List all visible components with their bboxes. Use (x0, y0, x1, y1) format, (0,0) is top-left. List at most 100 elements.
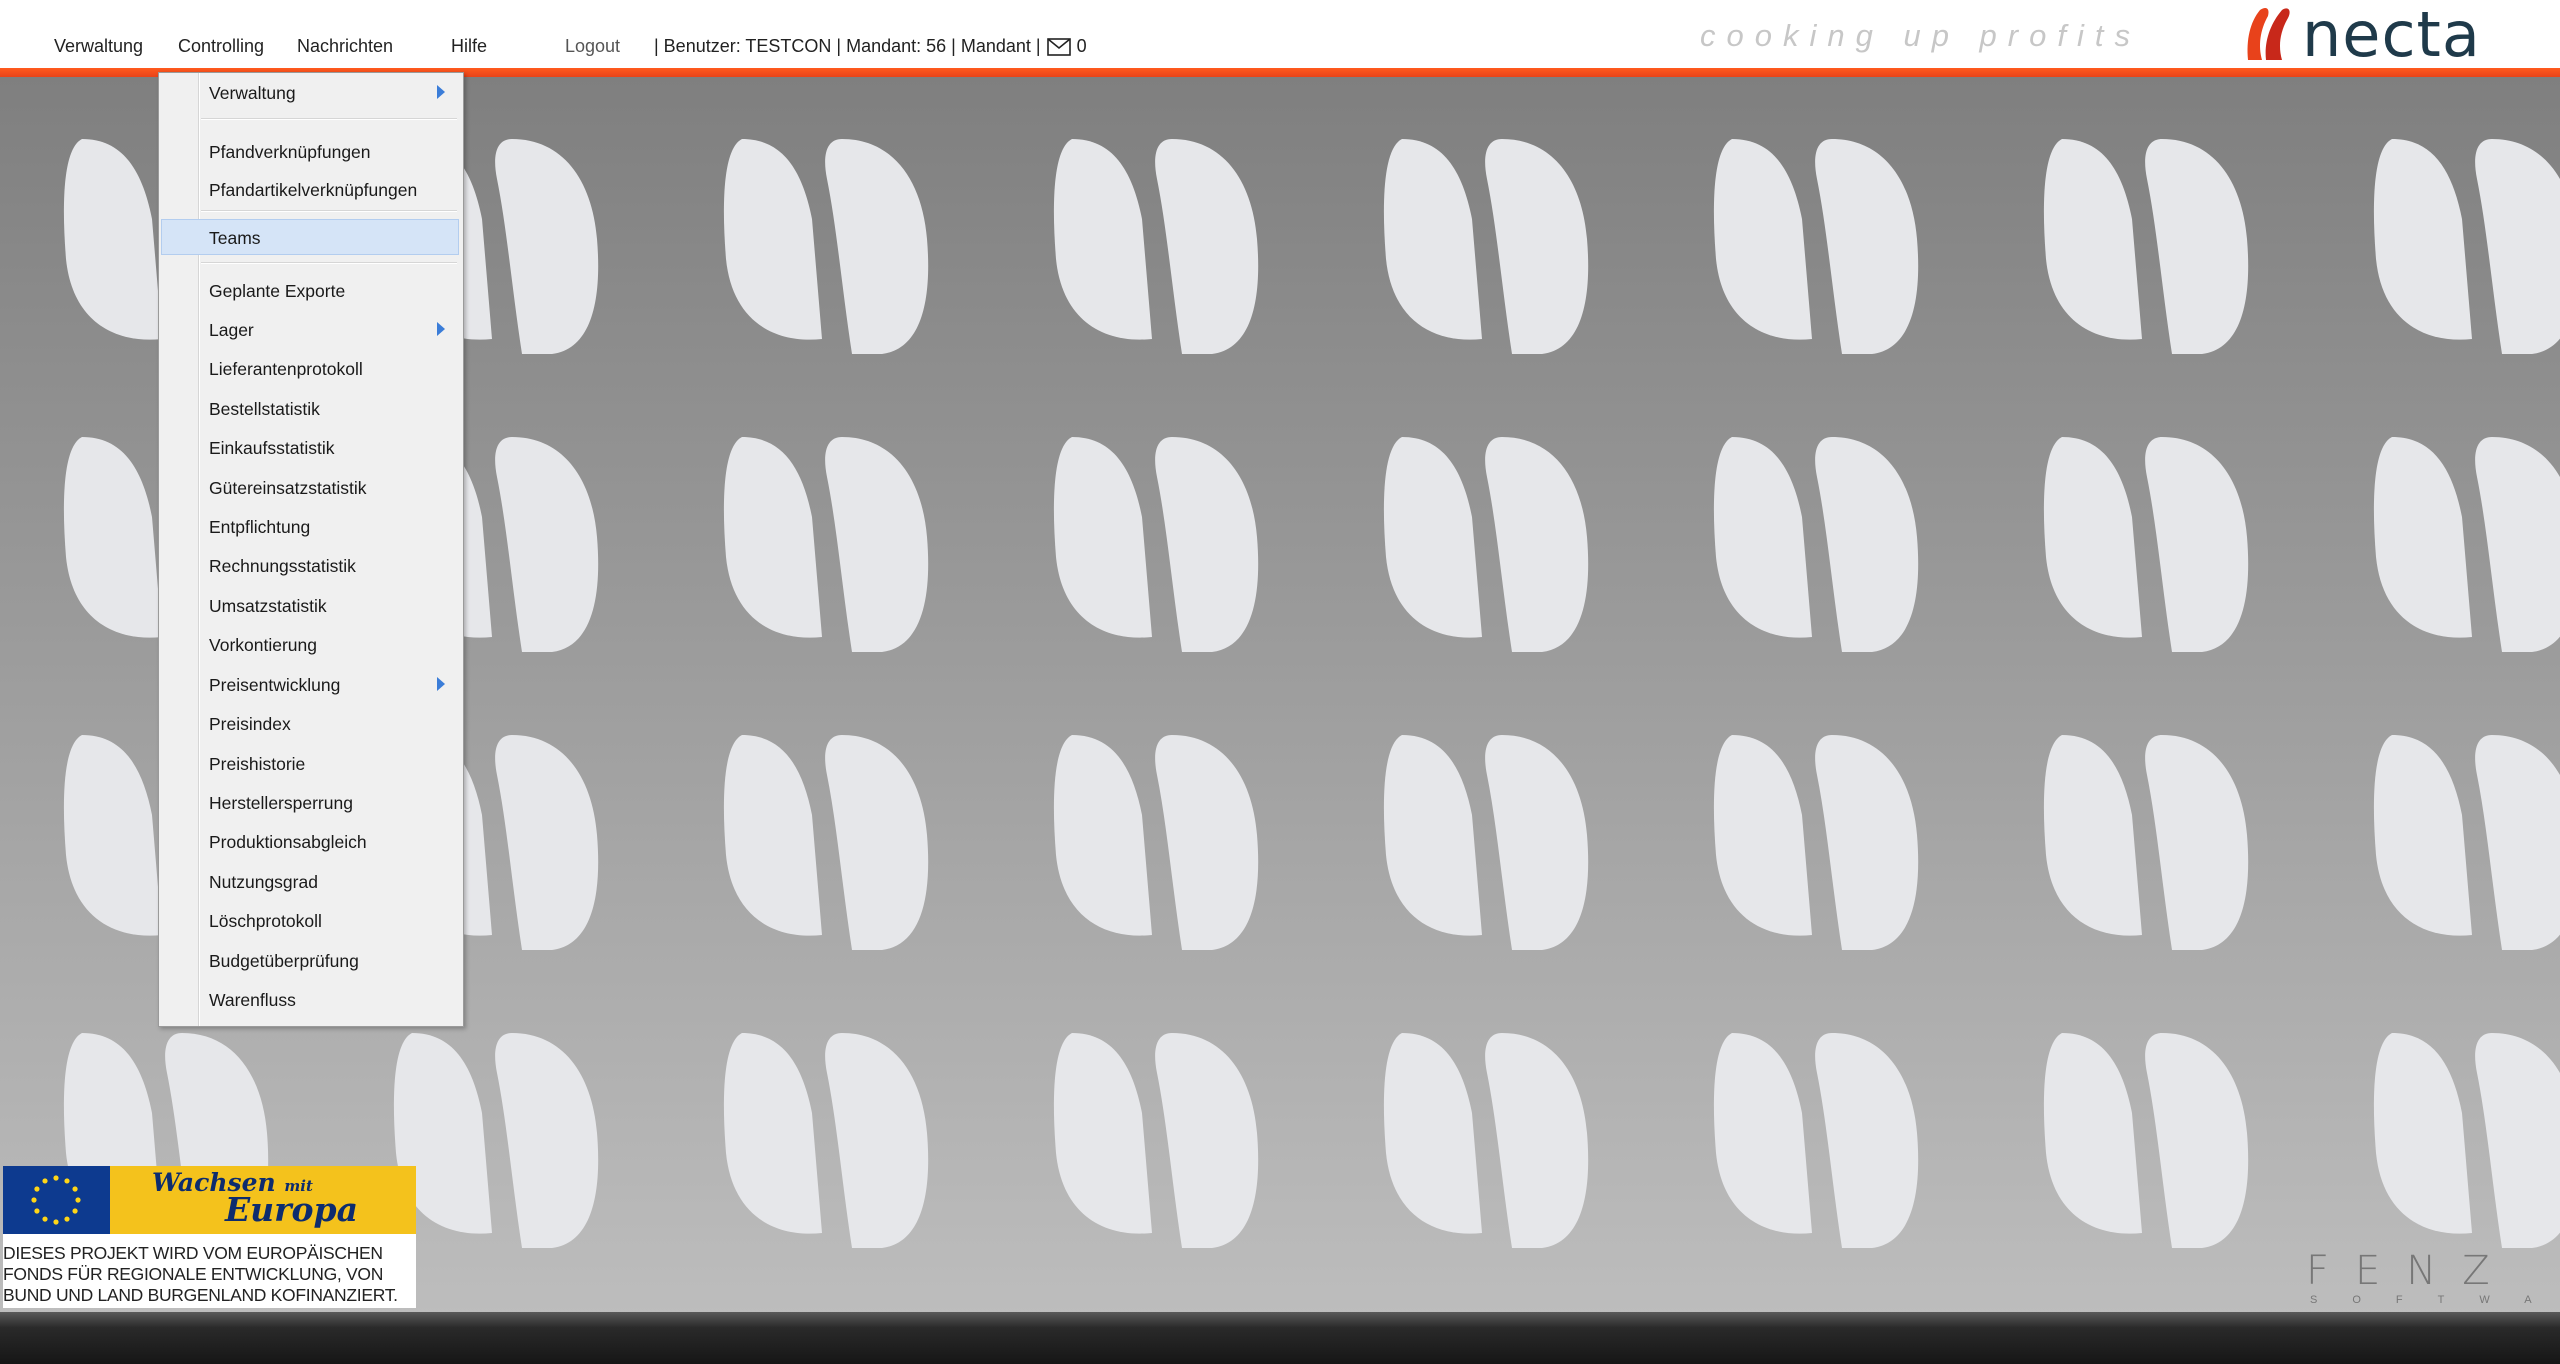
menu-item-pfandverknuepfungen[interactable]: Pfandverknüpfungen (161, 133, 459, 169)
leaf-pattern-icon (1383, 735, 1589, 950)
menu-item-budgetueberpruefung[interactable]: Budgetüberprüfung (161, 942, 459, 978)
menu-verwaltung[interactable]: Verwaltung (54, 36, 143, 57)
leaf-pattern-icon (1053, 437, 1259, 652)
leaf-pattern-icon (1053, 139, 1259, 354)
menu-item-label: Preisindex (209, 714, 291, 734)
eu-slogan-box: Wachsen mit Europa (110, 1166, 416, 1234)
leaf-pattern-icon (2373, 735, 2560, 950)
necta-logo-icon (2244, 4, 2296, 67)
menu-item-bestellstatistik[interactable]: Bestellstatistik (161, 390, 459, 426)
leaf-pattern-icon (1383, 1033, 1589, 1248)
menu-item-label: Verwaltung (209, 83, 296, 103)
eu-flag-icon (3, 1166, 110, 1234)
submenu-arrow-icon (437, 677, 445, 691)
leaf-pattern-icon (2373, 139, 2560, 354)
menu-separator (201, 262, 457, 263)
logout-link[interactable]: Logout (565, 36, 620, 57)
leaf-pattern-icon (1383, 139, 1589, 354)
controlling-dropdown: Verwaltung Pfandverknüpfungen Pfandartikel… (158, 72, 464, 1027)
menu-item-label: Preisentwicklung (209, 675, 341, 695)
menu-item-label: Rechnungsstatistik (209, 556, 356, 576)
eu-slogan-line2: Europa (225, 1190, 358, 1229)
menu-item-vorkontierung[interactable]: Vorkontierung (161, 626, 459, 662)
leaf-pattern-icon (2043, 1033, 2249, 1248)
eu-funding-badge: Wachsen mit Europa DIESES PROJEKT WIRD V… (3, 1166, 416, 1308)
menu-item-label: Pfandartikelverknüpfungen (209, 180, 418, 200)
leaf-pattern-icon (1713, 1033, 1919, 1248)
menu-item-label: Einkaufsstatistik (209, 438, 335, 458)
menu-item-label: Warenfluss (209, 990, 296, 1010)
top-bar: Verwaltung Controlling Nachrichten Hilfe… (0, 0, 2560, 68)
menu-item-rechnungsstatistik[interactable]: Rechnungsstatistik (161, 547, 459, 583)
menu-item-label: Preishistorie (209, 754, 306, 774)
bottom-bar (0, 1312, 2560, 1364)
menu-item-label: Gütereinsatzstatistik (209, 478, 367, 498)
leaf-pattern-icon (1053, 1033, 1259, 1248)
fenz-logo-sub: SOFTWARE (2310, 1294, 2560, 1306)
menu-item-umsatzstatistik[interactable]: Umsatzstatistik (161, 587, 459, 623)
menu-item-label: Nutzungsgrad (209, 872, 318, 892)
leaf-pattern-icon (2373, 1033, 2560, 1248)
user-info: | Benutzer: TESTCON | Mandant: 56 | Mand… (654, 36, 1087, 57)
fenz-logo: FENZ (2306, 1248, 2516, 1294)
necta-logo-text: necta (2302, 0, 2481, 71)
menu-item-label: Produktionsabgleich (209, 832, 367, 852)
menu-item-label: Vorkontierung (209, 635, 317, 655)
leaf-pattern-icon (723, 735, 929, 950)
leaf-pattern-icon (2043, 735, 2249, 950)
menu-item-label: Pfandverknüpfungen (209, 142, 371, 162)
leaf-pattern-icon (2043, 437, 2249, 652)
menu-item-herstellersperrung[interactable]: Herstellersperrung (161, 784, 459, 820)
menu-item-label: Herstellersperrung (209, 793, 353, 813)
menu-item-verwaltung[interactable]: Verwaltung (161, 74, 459, 110)
menu-item-label: Budgetüberprüfung (209, 951, 359, 971)
menu-item-loeschprotokoll[interactable]: Löschprotokoll (161, 902, 459, 938)
submenu-arrow-icon (437, 85, 445, 99)
leaf-pattern-icon (2373, 437, 2560, 652)
menu-item-produktionsabgleich[interactable]: Produktionsabgleich (161, 823, 459, 859)
menu-item-label: Löschprotokoll (209, 911, 322, 931)
leaf-pattern-icon (723, 139, 929, 354)
leaf-pattern-icon (2043, 139, 2249, 354)
menu-separator (201, 210, 457, 211)
menu-item-label: Teams (209, 228, 261, 248)
brand-slogan: cooking up profits (1700, 18, 2141, 53)
leaf-pattern-icon (1713, 437, 1919, 652)
eu-funding-text: DIESES PROJEKT WIRD VOM EUROPÄISCHEN FON… (3, 1243, 398, 1305)
leaf-pattern-icon (1383, 437, 1589, 652)
menu-separator (201, 118, 457, 119)
menu-item-guetereinsatzstatistik[interactable]: Gütereinsatzstatistik (161, 469, 459, 505)
menu-item-label: Lieferantenprotokoll (209, 359, 363, 379)
leaf-pattern-icon (393, 1033, 599, 1248)
menu-hilfe[interactable]: Hilfe (451, 36, 487, 57)
menu-item-teams[interactable]: Teams (161, 219, 459, 255)
menu-item-warenfluss[interactable]: Warenfluss (161, 981, 459, 1017)
submenu-arrow-icon (437, 322, 445, 336)
message-count[interactable]: 0 (1077, 36, 1087, 57)
leaf-pattern-icon (723, 1033, 929, 1248)
menu-item-lager[interactable]: Lager (161, 311, 459, 347)
menu-item-entpflichtung[interactable]: Entpflichtung (161, 508, 459, 544)
leaf-pattern-icon (1053, 735, 1259, 950)
leaf-pattern-icon (723, 437, 929, 652)
mail-icon[interactable] (1046, 37, 1071, 56)
menu-item-label: Umsatzstatistik (209, 596, 327, 616)
menu-item-label: Lager (209, 320, 254, 340)
menu-item-label: Geplante Exporte (209, 281, 346, 301)
menu-item-preishistorie[interactable]: Preishistorie (161, 745, 459, 781)
menu-controlling[interactable]: Controlling (178, 36, 264, 57)
user-info-text: | Benutzer: TESTCON | Mandant: 56 | Mand… (654, 36, 1041, 56)
menu-item-label: Entpflichtung (209, 517, 311, 537)
menu-item-pfandartikelverknuepfungen[interactable]: Pfandartikelverknüpfungen (161, 171, 459, 207)
menu-item-einkaufsstatistik[interactable]: Einkaufsstatistik (161, 429, 459, 465)
menu-item-nutzungsgrad[interactable]: Nutzungsgrad (161, 863, 459, 899)
leaf-pattern-icon (1713, 735, 1919, 950)
menu-item-label: Bestellstatistik (209, 399, 320, 419)
necta-logo: necta (2244, 0, 2481, 71)
menu-item-lieferantenprotokoll[interactable]: Lieferantenprotokoll (161, 350, 459, 386)
menu-item-preisentwicklung[interactable]: Preisentwicklung (161, 666, 459, 702)
menu-item-geplante-exporte[interactable]: Geplante Exporte (161, 272, 459, 308)
leaf-pattern-icon (1713, 139, 1919, 354)
menu-item-preisindex[interactable]: Preisindex (161, 705, 459, 741)
menu-nachrichten[interactable]: Nachrichten (297, 36, 393, 57)
